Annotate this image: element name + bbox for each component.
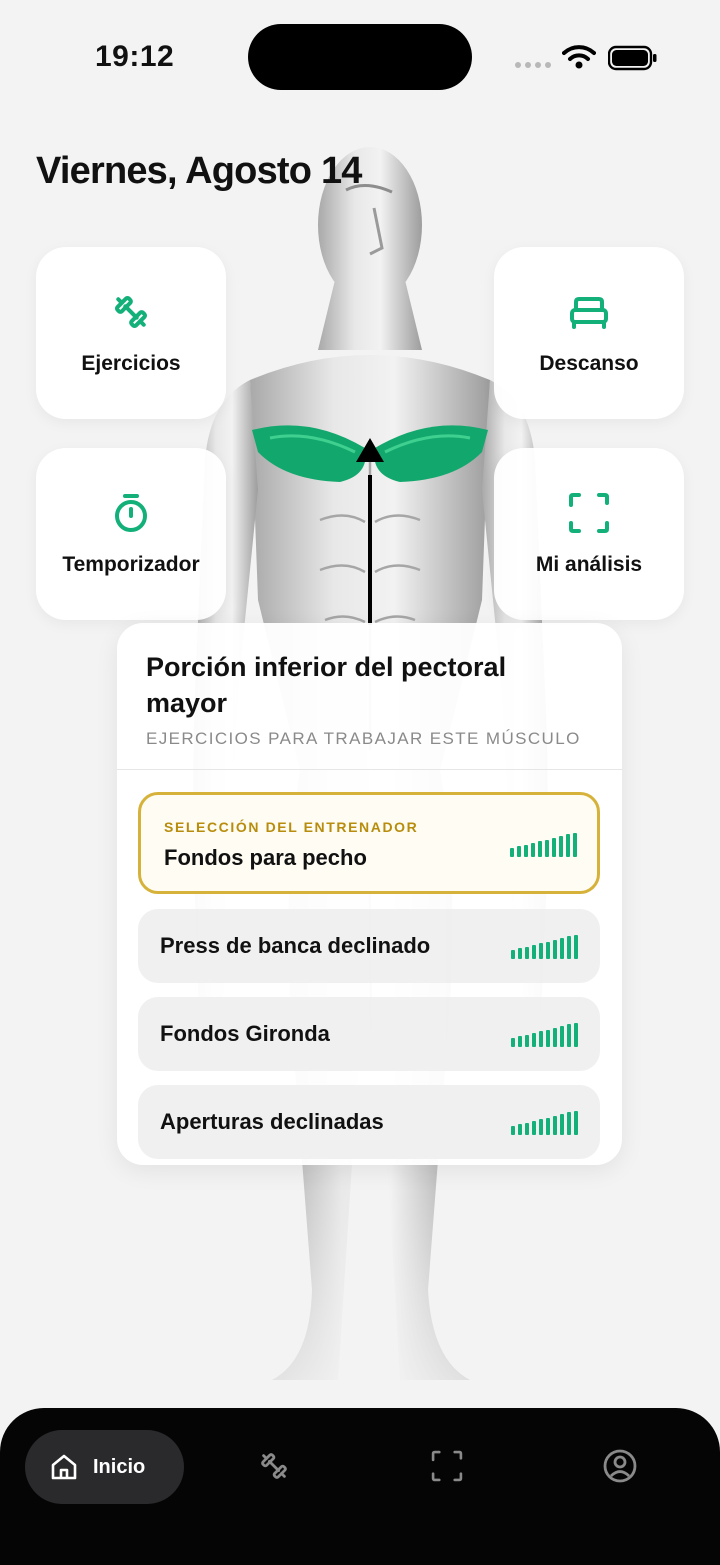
intensity-bar — [546, 1029, 550, 1047]
intensity-bar — [538, 841, 542, 857]
intensity-bar — [559, 836, 563, 857]
exercise-row[interactable]: Aperturas declinadas — [138, 1085, 600, 1159]
scan-frame-icon — [431, 1450, 463, 1482]
muscle-detail-card: Porción inferior del pectoral mayor EJER… — [117, 623, 622, 1165]
exercise-name: Fondos Gironda — [160, 1021, 330, 1046]
bottom-nav: Inicio — [0, 1408, 720, 1565]
cellular-signal-icon — [515, 62, 551, 68]
intensity-bar — [532, 1120, 536, 1135]
intensity-bar — [518, 948, 522, 959]
intensity-bar — [553, 1115, 557, 1135]
intensity-bar — [567, 1024, 571, 1047]
home-screen: 19:12 Viernes, Agosto 14 Ejercicios Desc… — [0, 0, 720, 1565]
intensity-bars — [511, 1109, 578, 1135]
analysis-tile[interactable]: Mi análisis — [494, 448, 684, 620]
nav-analysis-button[interactable] — [429, 1448, 465, 1484]
exercises-tile-label: Ejercicios — [81, 352, 181, 375]
exercise-row[interactable]: Fondos Gironda — [138, 997, 600, 1071]
exercise-row[interactable]: Press de banca declinado — [138, 909, 600, 983]
wifi-icon — [562, 45, 596, 69]
rest-tile[interactable]: Descanso — [494, 247, 684, 419]
intensity-bar — [525, 1122, 529, 1135]
intensity-bar — [524, 844, 528, 857]
intensity-bar — [545, 839, 549, 857]
intensity-bar — [566, 834, 570, 857]
intensity-bar — [552, 837, 556, 857]
scan-frame-icon — [567, 491, 611, 535]
intensity-bar — [553, 939, 557, 959]
dynamic-island — [248, 24, 472, 90]
intensity-bar — [511, 1038, 515, 1047]
profile-icon — [603, 1449, 637, 1483]
exercises-tile[interactable]: Ejercicios — [36, 247, 226, 419]
intensity-bar — [574, 1022, 578, 1047]
intensity-bar — [560, 1026, 564, 1047]
muscle-name: Porción inferior del pectoral mayor — [146, 652, 507, 718]
exercise-name: Press de banca declinado — [160, 933, 431, 958]
dumbbell-icon — [109, 290, 153, 334]
featured-exercise-row[interactable]: SELECCIÓN DEL ENTRENADOR Fondos para pec… — [138, 792, 600, 894]
intensity-bars — [510, 831, 577, 857]
intensity-bar — [532, 944, 536, 959]
intensity-bar — [511, 950, 515, 959]
intensity-bar — [573, 832, 577, 857]
intensity-bars — [511, 933, 578, 959]
home-icon — [51, 1454, 77, 1480]
intensity-bar — [510, 848, 514, 857]
rest-tile-label: Descanso — [539, 352, 639, 375]
nav-home-label: Inicio — [93, 1455, 146, 1478]
intensity-bar — [511, 1126, 515, 1135]
nav-home-button[interactable]: Inicio — [25, 1430, 184, 1504]
intensity-bar — [518, 1124, 522, 1135]
intensity-bar — [517, 846, 521, 857]
intensity-bar — [531, 842, 535, 857]
intensity-bars — [511, 1021, 578, 1047]
intensity-bar — [532, 1032, 536, 1047]
nav-exercises-button[interactable] — [256, 1448, 292, 1484]
intensity-bar — [567, 936, 571, 959]
intensity-bar — [525, 946, 529, 959]
exercises-subtitle: EJERCICIOS PARA TRABAJAR ESTE MÚSCULO — [146, 729, 581, 748]
intensity-bar — [539, 1119, 543, 1135]
bed-icon — [567, 290, 611, 334]
intensity-bar — [560, 1114, 564, 1135]
timer-tile[interactable]: Temporizador — [36, 448, 226, 620]
intensity-bar — [574, 934, 578, 959]
intensity-bar — [553, 1027, 557, 1047]
intensity-bar — [525, 1034, 529, 1047]
page-title: Viernes, Agosto 14 — [36, 150, 362, 192]
intensity-bar — [539, 943, 543, 959]
intensity-bar — [546, 941, 550, 959]
exercise-name: Fondos para pecho — [164, 845, 367, 870]
timer-tile-label: Temporizador — [62, 553, 200, 576]
stopwatch-icon — [109, 491, 153, 535]
status-time: 19:12 — [95, 40, 175, 73]
battery-icon — [608, 45, 657, 71]
nav-profile-button[interactable] — [602, 1448, 638, 1484]
coach-pick-badge: SELECCIÓN DEL ENTRENADOR — [164, 819, 419, 835]
intensity-bar — [567, 1112, 571, 1135]
intensity-bar — [546, 1117, 550, 1135]
analysis-tile-label: Mi análisis — [535, 553, 643, 576]
intensity-bar — [518, 1036, 522, 1047]
divider — [117, 769, 622, 770]
intensity-bar — [574, 1110, 578, 1135]
intensity-bar — [539, 1031, 543, 1047]
exercise-name: Aperturas declinadas — [160, 1109, 384, 1134]
dumbbell-icon — [261, 1453, 287, 1479]
intensity-bar — [560, 938, 564, 959]
